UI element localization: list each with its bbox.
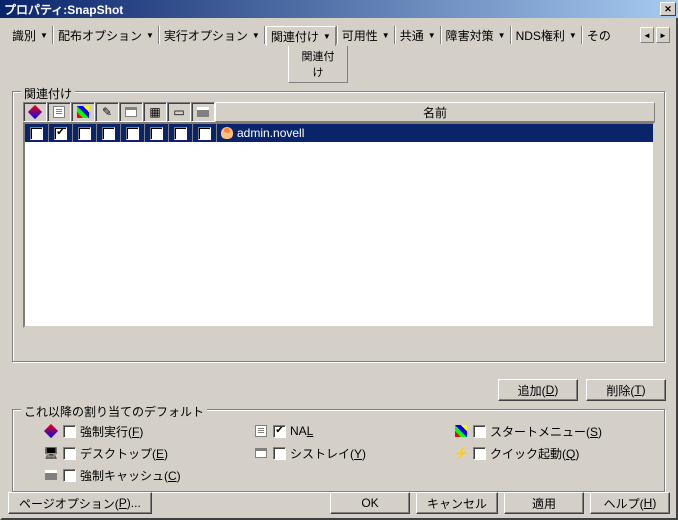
table-row[interactable]: ✔ admin.novell [25,124,653,142]
desktop-checkbox[interactable] [63,447,76,460]
tab-fault-tolerance[interactable]: 障害対策▼ [442,25,510,45]
add-button[interactable]: 追加(D) [498,379,578,401]
column-header-row: ✎ ▦ ▭ 名前 [23,102,655,122]
tab-scroll-left[interactable]: ◄ [640,27,654,43]
associations-group: 関連付け ✎ ▦ ▭ 名前 ✔ [12,91,666,363]
window-icon: ▭ [171,104,187,120]
defaults-legend: これ以降の割り当てのデフォルト [21,403,207,420]
ok-button[interactable]: OK [330,492,410,514]
tray-icon [125,107,137,117]
quick-launch-label: クイック起動(Q) [490,445,579,462]
defaults-group: これ以降の割り当てのデフォルト 強制実行(F) ✔ NAL スタートメニュー(S… [12,409,666,493]
windows-icon [453,423,469,439]
chevron-down-icon: ▼ [252,31,260,40]
window-title: プロパティ:SnapShot [2,1,660,18]
row-check-7[interactable] [198,127,211,140]
chevron-down-icon: ▼ [382,31,390,40]
tab-other[interactable]: その [583,25,615,45]
row-check-5[interactable] [150,127,163,140]
tray-icon [253,445,269,461]
tab-run-options[interactable]: 実行オプション▼ [160,25,264,45]
quick-launch-checkbox[interactable] [473,447,486,460]
cancel-button[interactable]: キャンセル [416,492,498,514]
note-icon [53,106,65,118]
col-icon-window[interactable]: ▭ [167,102,191,122]
associations-list[interactable]: ✔ admin.novell [23,122,655,328]
force-cache-label: 強制キャッシュ(C) [80,467,181,484]
chevron-down-icon: ▼ [146,31,154,40]
printer-icon [197,107,209,117]
row-check-0[interactable] [30,127,43,140]
footer-buttons: ページオプション(P)... OK キャンセル 適用 ヘルプ(H) [8,492,670,514]
force-run-label: 強制実行(F) [80,423,143,440]
nal-checkbox[interactable]: ✔ [273,425,286,438]
desktop-label: デスクトップ(E) [80,445,168,462]
row-check-1[interactable]: ✔ [54,127,67,140]
row-check-3[interactable] [102,127,115,140]
page-options-button[interactable]: ページオプション(P)... [8,492,152,514]
force-run-checkbox[interactable] [63,425,76,438]
diamond-icon [28,105,42,119]
col-icon-diamond[interactable] [23,102,47,122]
tab-common[interactable]: 共通▼ [396,25,440,45]
tab-nds-rights[interactable]: NDS権利▼ [512,25,581,45]
close-icon[interactable]: ✕ [660,2,676,16]
tab-bar: 識別▼ 配布オプション▼ 実行オプション▼ 関連付け▼ 可用性▼ 共通▼ 障害対… [8,24,670,46]
help-button[interactable]: ヘルプ(H) [590,492,670,514]
systray-label: シストレイ(Y) [290,445,366,462]
remove-button[interactable]: 削除(T) [586,379,666,401]
force-cache-checkbox[interactable] [63,469,76,482]
grid-icon: ▦ [147,104,163,120]
associations-legend: 関連付け [21,85,75,102]
col-icon-note[interactable] [47,102,71,122]
apply-button[interactable]: 適用 [504,492,584,514]
chevron-down-icon: ▼ [498,31,506,40]
windows-icon [77,106,89,118]
edit-icon: ✎ [99,104,115,120]
chevron-down-icon: ▼ [323,32,331,41]
start-menu-label: スタートメニュー(S) [490,423,602,440]
desktop-icon: 🖥 [43,445,59,461]
tab-availability[interactable]: 可用性▼ [338,25,394,45]
col-icon-print[interactable] [191,102,215,122]
col-header-name[interactable]: 名前 [215,102,655,122]
tab-associations[interactable]: 関連付け▼ [266,26,336,46]
dialog-body: 識別▼ 配布オプション▼ 実行オプション▼ 関連付け▼ 可用性▼ 共通▼ 障害対… [0,18,678,520]
col-icon-dots[interactable]: ▦ [143,102,167,122]
col-icon-tray[interactable] [119,102,143,122]
printer-icon [43,467,59,483]
col-icon-win[interactable] [71,102,95,122]
row-name: admin.novell [237,126,304,140]
chevron-down-icon: ▼ [569,31,577,40]
tab-distribution-options[interactable]: 配布オプション▼ [54,25,158,45]
diamond-icon [43,423,59,439]
chevron-down-icon: ▼ [428,31,436,40]
user-icon [221,127,233,139]
row-check-2[interactable] [78,127,91,140]
tab-scroll-right[interactable]: ► [656,27,670,43]
start-menu-checkbox[interactable] [473,425,486,438]
quick-launch-icon: ⚡ [453,445,469,461]
row-check-4[interactable] [126,127,139,140]
col-icon-edit[interactable]: ✎ [95,102,119,122]
nal-label: NAL [290,424,313,438]
note-icon [253,423,269,439]
titlebar: プロパティ:SnapShot ✕ [0,0,678,18]
subtab-associations[interactable]: 関連付け [288,46,348,83]
systray-checkbox[interactable] [273,447,286,460]
chevron-down-icon: ▼ [40,31,48,40]
tab-identification[interactable]: 識別▼ [8,25,52,45]
row-check-6[interactable] [174,127,187,140]
